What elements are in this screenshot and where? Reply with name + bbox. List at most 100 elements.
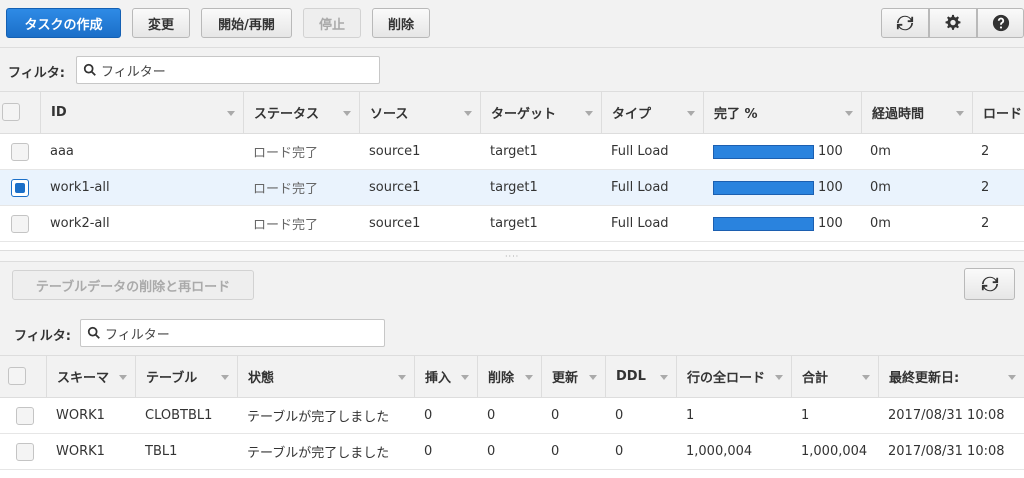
table-ddl: 0 xyxy=(615,408,624,423)
table-last-updated: 2017/08/31 10:08 xyxy=(888,444,1005,459)
column-header-state[interactable]: 状態 xyxy=(237,356,414,397)
column-header-ddl[interactable]: DDL xyxy=(605,356,676,397)
table-stats-toolbar: テーブルデータの削除と再ロード xyxy=(0,262,1024,310)
task-load: 2 xyxy=(981,216,990,231)
table-state: テーブルが完了しました xyxy=(247,410,390,425)
task-target: target1 xyxy=(490,144,538,159)
select-all-tables-cell xyxy=(0,356,46,397)
progress-value: 100 xyxy=(818,180,843,195)
column-header-updates[interactable]: 更新 xyxy=(541,356,605,397)
sort-caret-icon xyxy=(589,374,597,380)
column-header-schema[interactable]: スキーマ xyxy=(46,356,135,397)
task-table-header: ID ステータス ソース ターゲット タイプ 完了 % 経過時間 ロード xyxy=(0,92,1024,134)
help-icon xyxy=(992,14,1009,32)
progress-fill xyxy=(714,218,813,230)
sort-caret-icon xyxy=(956,110,964,116)
delete-button[interactable]: 削除 xyxy=(372,8,430,38)
task-filter-bar: フィルタ: フィルター xyxy=(0,48,1024,92)
table-ddl: 0 xyxy=(615,444,624,459)
task-load: 2 xyxy=(981,180,990,195)
task-target: target1 xyxy=(490,216,538,231)
task-source: source1 xyxy=(369,216,421,231)
sort-caret-icon xyxy=(221,374,229,380)
column-header-percent-complete[interactable]: 完了 % xyxy=(703,92,861,133)
column-header-id[interactable]: ID xyxy=(40,92,243,133)
task-id: aaa xyxy=(50,144,74,159)
column-header-elapsed[interactable]: 経過時間 xyxy=(861,92,972,133)
sort-caret-icon xyxy=(862,374,870,380)
table-row[interactable]: WORK1 CLOBTBL1 テーブルが完了しました 0 0 0 0 1 1 2017/08/31… xyxy=(0,398,1024,434)
column-header-type[interactable]: タイプ xyxy=(601,92,703,133)
table-total: 1,000,004 xyxy=(801,444,868,459)
sort-caret-icon xyxy=(461,374,469,380)
table-name: TBL1 xyxy=(145,444,178,459)
column-header-inserts[interactable]: 挿入 xyxy=(414,356,477,397)
row-checkbox[interactable] xyxy=(16,443,34,461)
task-filter-label: フィルタ: xyxy=(8,66,65,81)
task-elapsed: 0m xyxy=(870,216,891,231)
task-filter-placeholder: フィルター xyxy=(101,64,166,80)
task-row[interactable]: aaa ロード完了 source1 target1 Full Load 100 0m 2 xyxy=(0,134,1024,170)
task-load: 2 xyxy=(981,144,990,159)
create-task-button[interactable]: タスクの作成 xyxy=(6,8,121,38)
progress-value: 100 xyxy=(818,216,843,231)
sort-caret-icon xyxy=(119,374,127,380)
progress-bar xyxy=(713,217,814,231)
table-schema: WORK1 xyxy=(56,408,105,423)
table-schema: WORK1 xyxy=(56,444,105,459)
task-row[interactable]: work2-all ロード完了 source1 target1 Full Load 100… xyxy=(0,206,1024,242)
select-all-tables-checkbox[interactable] xyxy=(8,367,26,385)
table-stats-header: スキーマ テーブル 状態 挿入 削除 更新 DDL 行の全ロード 合計 最終更新… xyxy=(0,356,1024,398)
task-id: work1-all xyxy=(50,180,110,195)
task-source: source1 xyxy=(369,144,421,159)
column-header-last-updated[interactable]: 最終更新日: xyxy=(878,356,1024,397)
modify-button[interactable]: 変更 xyxy=(132,8,190,38)
start-resume-button[interactable]: 開始/再開 xyxy=(201,8,292,38)
select-all-checkbox[interactable] xyxy=(2,103,20,121)
sort-caret-icon xyxy=(343,110,351,116)
sort-caret-icon xyxy=(227,110,235,116)
search-icon xyxy=(87,326,100,339)
splitter-grip-icon: ···· xyxy=(505,252,520,261)
table-filter-input[interactable]: フィルター xyxy=(80,319,385,347)
task-row[interactable]: work1-all ロード完了 source1 target1 Full Load 100… xyxy=(0,170,1024,206)
pane-splitter[interactable]: ···· xyxy=(0,250,1024,262)
stop-button[interactable]: 停止 xyxy=(303,8,361,38)
row-checkbox[interactable] xyxy=(11,143,29,161)
sort-caret-icon xyxy=(845,110,853,116)
task-status: ロード完了 xyxy=(253,218,319,233)
progress-bar xyxy=(713,181,814,195)
column-header-target[interactable]: ターゲット xyxy=(480,92,601,133)
sort-caret-icon xyxy=(464,110,472,116)
help-button[interactable] xyxy=(977,8,1024,38)
progress-bar xyxy=(713,145,814,159)
settings-button[interactable] xyxy=(929,8,977,38)
task-status: ロード完了 xyxy=(253,182,319,197)
column-header-load[interactable]: ロード xyxy=(972,92,1024,133)
refresh-tables-button[interactable] xyxy=(964,268,1015,300)
table-row[interactable]: WORK1 TBL1 テーブルが完了しました 0 0 0 0 1,000,004 1,000,0… xyxy=(0,434,1024,470)
table-full-load-rows: 1 xyxy=(686,408,695,423)
task-filter-input[interactable]: フィルター xyxy=(76,56,380,84)
table-deletes: 0 xyxy=(487,408,496,423)
table-updates: 0 xyxy=(551,408,560,423)
row-checkbox[interactable] xyxy=(16,407,34,425)
row-checkbox[interactable] xyxy=(11,215,29,233)
row-checkbox[interactable] xyxy=(11,179,29,197)
reload-table-data-button[interactable]: テーブルデータの削除と再ロード xyxy=(12,270,254,300)
refresh-button[interactable] xyxy=(881,8,929,38)
refresh-icon xyxy=(981,276,998,292)
task-source: source1 xyxy=(369,180,421,195)
column-header-total[interactable]: 合計 xyxy=(791,356,878,397)
column-header-full-load-rows[interactable]: 行の全ロード xyxy=(676,356,791,397)
table-total: 1 xyxy=(801,408,810,423)
table-inserts: 0 xyxy=(424,444,433,459)
column-header-deletes[interactable]: 削除 xyxy=(477,356,541,397)
column-header-table[interactable]: テーブル xyxy=(135,356,237,397)
task-elapsed: 0m xyxy=(870,180,891,195)
sort-caret-icon xyxy=(687,110,695,116)
column-header-status[interactable]: ステータス xyxy=(243,92,359,133)
column-header-source[interactable]: ソース xyxy=(359,92,480,133)
table-filter-bar: フィルタ: フィルター xyxy=(0,310,1024,356)
gear-icon xyxy=(945,14,961,30)
